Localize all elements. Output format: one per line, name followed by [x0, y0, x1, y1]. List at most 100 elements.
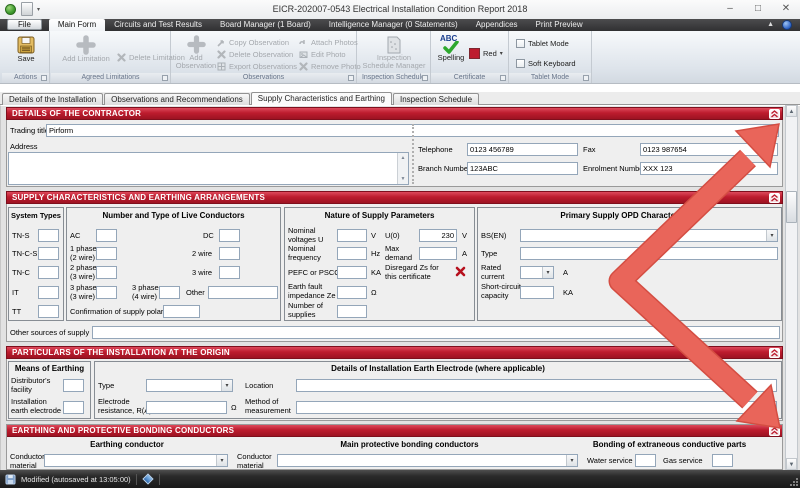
chevron-down-icon[interactable]: ▾	[221, 380, 232, 391]
dc-input[interactable]	[219, 229, 240, 242]
dialog-launcher-icon[interactable]	[162, 75, 168, 81]
nominal-voltages-input[interactable]	[337, 229, 367, 242]
u0-input[interactable]	[419, 229, 457, 242]
add-limitation-icon	[76, 35, 96, 55]
it-input[interactable]	[38, 286, 59, 299]
edit-photo-button[interactable]: Edit Photo	[299, 49, 346, 60]
pane-splitter[interactable]	[412, 124, 414, 184]
resize-grip[interactable]	[790, 478, 799, 487]
pefc-input[interactable]	[337, 266, 367, 279]
dialog-launcher-icon[interactable]	[583, 75, 589, 81]
tab-print-preview[interactable]: Print Preview	[527, 19, 592, 31]
tt-input[interactable]	[38, 305, 59, 318]
tns-input[interactable]	[38, 229, 59, 242]
tab-main-form[interactable]: Main Form	[49, 19, 105, 31]
ze-input[interactable]	[337, 286, 367, 299]
ac-input[interactable]	[96, 229, 117, 242]
minimize-button[interactable]: –	[718, 2, 742, 16]
tab-intelligence-manager[interactable]: Intelligence Manager (0 Statements)	[320, 19, 467, 31]
telephone-input[interactable]	[467, 143, 578, 156]
soft-keyboard-checkbox[interactable]: Soft Keyboard	[516, 58, 576, 69]
vertical-scrollbar[interactable]: ▲ ▼	[785, 105, 798, 470]
scroll-up-icon: ▲	[789, 109, 795, 115]
red-color-button[interactable]: Red ▾	[469, 48, 503, 59]
gas-service-input[interactable]	[712, 454, 733, 467]
electrode-resistance-input[interactable]	[146, 401, 227, 414]
collapse-section-icon[interactable]	[769, 426, 780, 436]
inspection-schedule-manager-button[interactable]: Inspection Schedule Manager	[359, 36, 429, 70]
collapse-section-icon[interactable]	[769, 193, 780, 203]
chevron-down-icon[interactable]: ▾	[216, 455, 227, 466]
help-icon[interactable]	[782, 20, 792, 30]
chevron-down-icon[interactable]: ▾	[766, 230, 777, 241]
fax-input[interactable]	[640, 143, 778, 156]
bonding-conductor-material-combo[interactable]: ▾	[277, 454, 578, 467]
supplies-count-input[interactable]	[337, 305, 367, 318]
add-limitation-button[interactable]: Add Limitation	[57, 35, 115, 63]
remove-photo-button[interactable]: Remove Photo	[299, 61, 361, 72]
spelling-button[interactable]: ABC Spelling	[435, 35, 467, 62]
opd-type-input[interactable]	[520, 247, 778, 260]
installation-electrode-input[interactable]	[63, 401, 84, 414]
collapse-section-icon[interactable]	[769, 109, 780, 119]
phase2-label: 2 phase (3 wire)	[70, 264, 97, 281]
dialog-launcher-icon[interactable]	[422, 75, 428, 81]
phase3-3wire-input[interactable]	[96, 286, 117, 299]
tncs-input[interactable]	[38, 247, 59, 260]
dialog-launcher-icon[interactable]	[348, 75, 354, 81]
phase1-input[interactable]	[96, 247, 117, 260]
chevron-down-icon[interactable]: ▾	[566, 455, 577, 466]
measurement-method-input[interactable]	[296, 401, 777, 414]
polarity-confirmation-input[interactable]	[163, 305, 200, 318]
dialog-launcher-icon[interactable]	[41, 75, 47, 81]
rated-current-combo[interactable]: ▾	[520, 266, 554, 279]
other-sources-input[interactable]	[92, 326, 780, 339]
tab-inspection-schedule[interactable]: Inspection Schedule	[393, 93, 479, 105]
scroll-down-icon[interactable]: ▼	[401, 176, 406, 182]
enrolment-number-input[interactable]	[640, 162, 778, 175]
ribbon-collapse-icon[interactable]: ▲	[767, 21, 774, 28]
chevron-down-icon[interactable]: ▾	[542, 267, 553, 278]
frequency-input[interactable]	[337, 247, 367, 260]
collapse-section-icon[interactable]	[769, 348, 780, 358]
scrollbar-down-button[interactable]: ▼	[786, 458, 797, 470]
add-observation-button[interactable]: Add Observation	[175, 35, 217, 70]
phase3-4wire-input[interactable]	[159, 286, 180, 299]
wire2-input[interactable]	[219, 247, 240, 260]
tab-supply-characteristics[interactable]: Supply Characteristics and Earthing	[251, 92, 392, 105]
tab-board-manager[interactable]: Board Manager (1 Board)	[211, 19, 320, 31]
copy-observation-button[interactable]: Copy Observation	[217, 37, 289, 48]
export-observations-button[interactable]: Export Observations	[217, 61, 297, 72]
short-circuit-input[interactable]	[520, 286, 554, 299]
electrode-type-combo[interactable]: ▾	[146, 379, 233, 392]
tab-file[interactable]: File	[7, 19, 42, 30]
phase2-input[interactable]	[96, 266, 117, 279]
delete-observation-button[interactable]: Delete Observation	[217, 49, 293, 60]
textarea-scrollbar[interactable]: ▲ ▼	[397, 153, 408, 184]
maximize-button[interactable]: □	[746, 2, 770, 16]
location-input[interactable]	[296, 379, 777, 392]
scroll-up-icon[interactable]: ▲	[401, 155, 406, 161]
earthing-conductor-material-combo[interactable]: ▾	[44, 454, 228, 467]
water-service-input[interactable]	[635, 454, 656, 467]
save-button[interactable]: Save	[4, 35, 48, 63]
scrollbar-thumb[interactable]	[786, 191, 797, 223]
scrollbar-up-button[interactable]: ▲	[786, 105, 797, 117]
tab-appendices[interactable]: Appendices	[467, 19, 527, 31]
tablet-mode-checkbox[interactable]: Tablet Mode	[516, 38, 569, 49]
max-demand-input[interactable]	[419, 247, 457, 260]
tab-observations-recommendations[interactable]: Observations and Recommendations	[104, 93, 250, 105]
tab-circuits[interactable]: Circuits and Test Results	[105, 19, 211, 31]
tnc-input[interactable]	[38, 266, 59, 279]
attach-photos-button[interactable]: Attach Photos	[299, 37, 358, 48]
wire3-input[interactable]	[219, 266, 240, 279]
disregard-zs-cross-icon[interactable]	[455, 266, 466, 277]
tab-details-of-installation[interactable]: Details of the Installation	[2, 93, 103, 105]
distributor-facility-input[interactable]	[63, 379, 84, 392]
dialog-launcher-icon[interactable]	[500, 75, 506, 81]
close-button[interactable]: ✕	[774, 2, 798, 16]
branch-number-input[interactable]	[467, 162, 578, 175]
address-textarea[interactable]: ▲ ▼	[8, 152, 409, 185]
other-conductors-input[interactable]	[208, 286, 278, 299]
bsen-combo[interactable]: ▾	[520, 229, 778, 242]
